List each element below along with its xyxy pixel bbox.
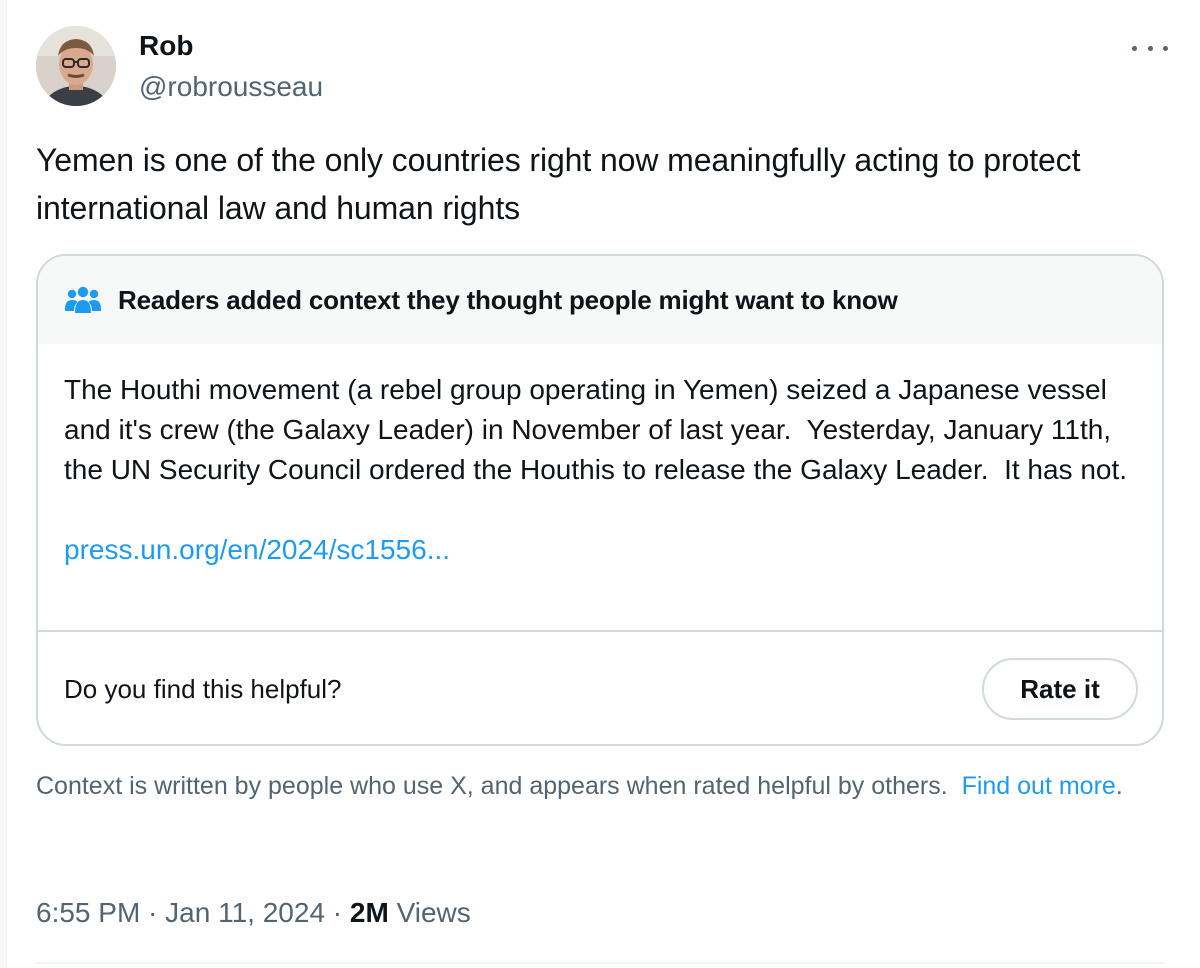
more-dot-icon: [1163, 45, 1168, 51]
note-header: Readers added context they thought peopl…: [38, 256, 1162, 344]
more-options-button[interactable]: [1132, 40, 1168, 56]
helpful-question: Do you find this helpful?: [64, 673, 342, 704]
meta-separator: ·: [140, 897, 166, 928]
disclaimer-text: Context is written by people who use X, …: [36, 772, 948, 800]
views-label: Views: [396, 897, 471, 928]
note-text: The Houthi movement (a rebel group opera…: [64, 374, 1128, 485]
left-edge-divider: [0, 0, 7, 968]
note-header-title: Readers added context they thought peopl…: [118, 284, 898, 315]
avatar[interactable]: [36, 26, 116, 106]
rate-it-button[interactable]: Rate it: [982, 658, 1138, 720]
community-note: Readers added context they thought peopl…: [36, 254, 1164, 746]
tweet-meta: 6:55 PM · Jan 11, 2024 · 2M Views: [36, 894, 471, 932]
avatar-image: [36, 26, 116, 106]
note-source-link[interactable]: press.un.org/en/2024/sc1556...: [64, 530, 1136, 570]
note-footer: Do you find this helpful? Rate it: [38, 632, 1162, 744]
meta-separator: ·: [325, 897, 350, 928]
note-body: The Houthi movement (a rebel group opera…: [38, 344, 1162, 632]
tweet-page: Rob @robrousseau Yemen is one of the onl…: [0, 0, 1200, 968]
bottom-divider: [36, 962, 1164, 964]
author-name[interactable]: Rob: [139, 28, 193, 64]
tweet-text: Yemen is one of the only countries right…: [36, 142, 1081, 226]
author-handle[interactable]: @robrousseau: [139, 69, 323, 105]
disclaimer-suffix: .: [1115, 772, 1123, 800]
views-count: 2M: [349, 897, 389, 928]
more-dot-icon: [1132, 45, 1137, 51]
tweet-time[interactable]: 6:55 PM: [36, 897, 140, 928]
find-out-more-link[interactable]: Find out more: [962, 772, 1116, 800]
context-disclaimer: Context is written by people who use X, …: [36, 770, 1146, 802]
people-icon: [65, 286, 101, 313]
tweet-date[interactable]: Jan 11, 2024: [165, 897, 325, 928]
more-dot-icon: [1147, 45, 1153, 51]
